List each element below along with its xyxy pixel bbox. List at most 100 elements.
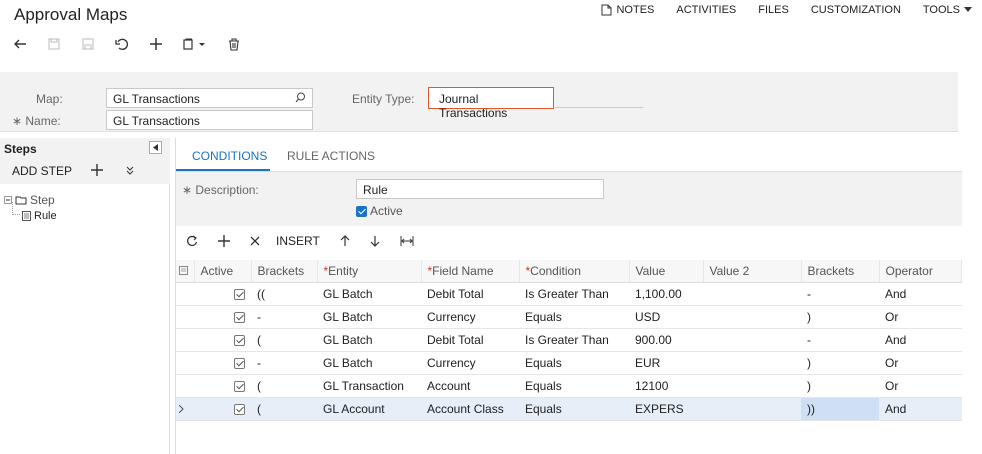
fit-columns-icon[interactable] [400, 236, 414, 246]
undo-button[interactable] [114, 36, 130, 52]
table-row-selected[interactable]: ( GL Account Account Class Equals EXPERS… [176, 397, 962, 421]
checkbox-icon[interactable] [234, 357, 245, 369]
operator-cell[interactable]: Or [879, 351, 962, 375]
move-down-icon[interactable] [125, 166, 135, 176]
table-row[interactable]: - GL Batch Currency Equals EUR ) Or [176, 351, 962, 375]
table-row[interactable]: ( GL Transaction Account Equals 12100 ) … [176, 374, 962, 398]
add-step-plus-icon[interactable] [91, 164, 103, 176]
condition-cell[interactable]: Equals [519, 397, 629, 421]
col-value[interactable]: Value [629, 260, 704, 283]
brackets-close-cell[interactable]: )) [801, 397, 879, 421]
active-cell[interactable] [194, 397, 251, 421]
value2-cell[interactable] [703, 351, 801, 375]
condition-cell[interactable]: Is Greater Than [519, 328, 629, 352]
row-selector[interactable] [176, 374, 194, 398]
active-cell[interactable] [194, 351, 251, 375]
active-cell[interactable] [194, 282, 251, 306]
value-cell[interactable]: 12100 [629, 374, 703, 398]
row-selector-header[interactable] [176, 260, 195, 283]
brackets-open-cell[interactable]: ( [251, 397, 317, 421]
add-button[interactable] [148, 36, 164, 52]
row-selector[interactable] [176, 305, 194, 329]
brackets-close-cell[interactable]: ) [801, 305, 879, 329]
tab-rule-actions[interactable]: RULE ACTIONS [287, 149, 375, 163]
value-cell[interactable]: USD [629, 305, 703, 329]
active-cell[interactable] [194, 328, 251, 352]
insert-button[interactable]: INSERT [276, 234, 320, 248]
brackets-open-cell[interactable]: ( [251, 328, 317, 352]
activities-menu[interactable]: ACTIVITIES [676, 4, 736, 16]
field-name-cell[interactable]: Currency [421, 305, 519, 329]
files-menu[interactable]: FILES [758, 4, 789, 16]
brackets-close-cell[interactable]: - [801, 328, 879, 352]
search-icon[interactable] [295, 92, 306, 103]
entity-cell[interactable]: GL Transaction [317, 374, 421, 398]
row-selector[interactable] [176, 351, 194, 375]
col-brackets-open[interactable]: Brackets [251, 260, 318, 283]
condition-cell[interactable]: Equals [519, 305, 629, 329]
entity-cell[interactable]: GL Batch [317, 328, 421, 352]
operator-cell[interactable]: Or [879, 374, 962, 398]
field-name-cell[interactable]: Account [421, 374, 519, 398]
name-field[interactable]: GL Transactions [106, 110, 313, 130]
col-brackets-close[interactable]: Brackets [801, 260, 880, 283]
operator-cell[interactable]: And [879, 282, 962, 306]
condition-cell[interactable]: Equals [519, 351, 629, 375]
notes-menu[interactable]: NOTES [601, 4, 654, 16]
entity-cell[interactable]: GL Batch [317, 282, 421, 306]
value2-cell[interactable] [703, 328, 801, 352]
condition-cell[interactable]: Equals [519, 374, 629, 398]
tab-conditions[interactable]: CONDITIONS [192, 149, 267, 163]
field-name-cell[interactable]: Account Class [421, 397, 519, 421]
value2-cell[interactable] [703, 282, 801, 306]
brackets-open-cell[interactable]: (( [251, 282, 317, 306]
checkbox-icon[interactable] [234, 380, 245, 392]
row-selector[interactable] [176, 282, 194, 306]
checkbox-icon[interactable] [234, 403, 245, 415]
row-selector[interactable] [176, 397, 194, 421]
refresh-icon[interactable] [186, 235, 198, 247]
active-cell[interactable] [194, 374, 251, 398]
tools-menu[interactable]: TOOLS [923, 4, 972, 16]
brackets-open-cell[interactable]: - [251, 305, 317, 329]
value-cell[interactable]: 1,100.00 [629, 282, 703, 306]
description-field[interactable]: Rule [356, 179, 604, 199]
save-close-button[interactable] [46, 36, 62, 52]
checkbox-icon[interactable] [234, 288, 245, 300]
value-cell[interactable]: EUR [629, 351, 703, 375]
collapse-panel-button[interactable] [149, 141, 162, 154]
brackets-close-cell[interactable]: - [801, 282, 879, 306]
checkbox-icon[interactable] [234, 334, 245, 346]
col-condition[interactable]: *Condition [519, 260, 630, 283]
table-row[interactable]: ( GL Batch Debit Total Is Greater Than 9… [176, 328, 962, 352]
field-name-cell[interactable]: Debit Total [421, 282, 519, 306]
operator-cell[interactable]: And [879, 397, 962, 421]
value-cell[interactable]: 900.00 [629, 328, 703, 352]
active-check-icon[interactable] [356, 205, 367, 217]
col-entity[interactable]: *Entity [317, 260, 422, 283]
brackets-open-cell[interactable]: - [251, 351, 317, 375]
brackets-close-cell[interactable]: ) [801, 351, 879, 375]
add-row-icon[interactable] [218, 235, 230, 247]
condition-cell[interactable]: Is Greater Than [519, 282, 629, 306]
entity-cell[interactable]: GL Batch [317, 305, 421, 329]
brackets-close-cell[interactable]: ) [801, 374, 879, 398]
delete-button[interactable] [226, 36, 242, 52]
col-value2[interactable]: Value 2 [703, 260, 802, 283]
operator-cell[interactable]: Or [879, 305, 962, 329]
copy-paste-button[interactable] [182, 36, 208, 52]
entity-cell[interactable]: GL Account [317, 397, 421, 421]
entity-cell[interactable]: GL Batch [317, 351, 421, 375]
value2-cell[interactable] [703, 374, 801, 398]
delete-row-icon[interactable] [250, 236, 260, 246]
col-operator[interactable]: Operator [879, 260, 962, 283]
tree-collapse-icon[interactable] [4, 196, 12, 204]
value-cell[interactable]: EXPERS [629, 397, 703, 421]
row-selector[interactable] [176, 328, 194, 352]
value2-cell[interactable] [703, 397, 801, 421]
move-down-row-icon[interactable] [370, 235, 380, 247]
table-row[interactable]: - GL Batch Currency Equals USD ) Or [176, 305, 962, 329]
save-button[interactable] [80, 36, 96, 52]
map-selector[interactable]: GL Transactions [106, 88, 313, 108]
col-active[interactable]: Active [194, 260, 252, 283]
